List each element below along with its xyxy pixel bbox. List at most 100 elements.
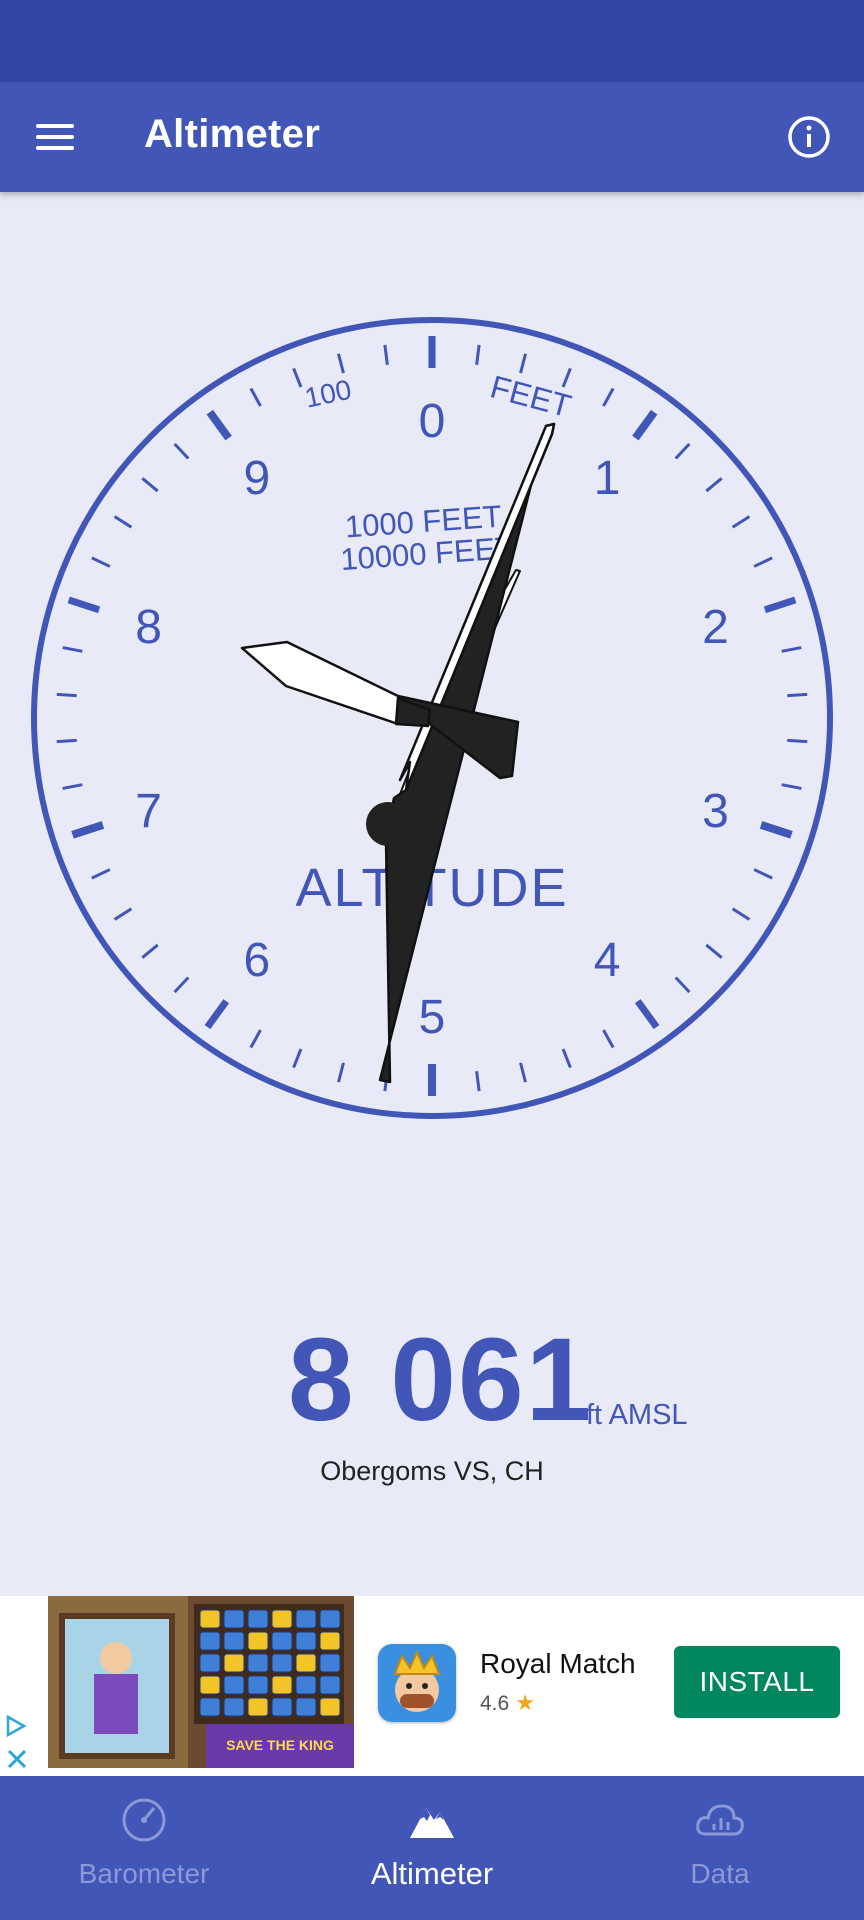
gauge-tick <box>173 976 190 994</box>
nav-label-barometer: Barometer <box>78 1858 210 1889</box>
ad-grid-tile <box>295 1609 317 1629</box>
gauge-number: 6 <box>243 934 270 987</box>
mountain-icon <box>410 1808 454 1838</box>
gauge-number: 7 <box>135 785 162 838</box>
gauge-tick <box>705 477 723 493</box>
gauge-tick <box>62 646 83 653</box>
gauge-tick <box>753 556 773 568</box>
nav-label-data: Data <box>690 1858 750 1889</box>
ad-creative-text: SAVE THE KING <box>226 1737 334 1753</box>
ad-grid-tile <box>271 1609 293 1629</box>
gauge-tick <box>753 868 773 880</box>
ad-grid-tile <box>199 1697 221 1717</box>
altitude-readout: 8 061 ft AMSL <box>0 1320 864 1440</box>
gauge-tick <box>519 1062 527 1083</box>
gauge-tick <box>204 999 230 1030</box>
gauge-number: 4 <box>594 934 621 987</box>
nav-label-altimeter: Altimeter <box>370 1856 494 1891</box>
ad-grid-tile <box>295 1653 317 1673</box>
gauge-tick <box>337 353 345 374</box>
ad-close-icon[interactable] <box>4 1746 30 1772</box>
gauge-tick <box>62 783 83 790</box>
gauge-tick <box>71 821 105 839</box>
ad-grid-tile <box>295 1675 317 1695</box>
gauge-tick <box>731 515 751 529</box>
ad-creative-image[interactable]: SAVE THE KING <box>48 1596 354 1768</box>
gauge-tick <box>91 868 111 880</box>
ad-grid-tile <box>271 1653 293 1673</box>
altitude-value: 8 061 <box>288 1314 594 1446</box>
gauge-pivot <box>366 802 410 846</box>
page-title: Altimeter <box>144 112 321 156</box>
gauge-tick <box>632 409 658 441</box>
ad-grid-tile <box>295 1697 317 1717</box>
gauge-tick <box>674 976 691 994</box>
label-feet-top: FEET <box>487 368 575 424</box>
ad-grid-tile <box>271 1631 293 1651</box>
gauge-tick <box>141 943 159 959</box>
ad-grid-tile <box>319 1697 341 1717</box>
gauge-tick <box>292 367 303 388</box>
ad-grid-tile <box>223 1631 245 1651</box>
ad-app-icon[interactable] <box>378 1644 456 1722</box>
ad-choices-icon[interactable] <box>4 1714 28 1738</box>
gauge-tick <box>337 1062 345 1083</box>
gauge-number: 2 <box>702 601 729 654</box>
gauge-tick <box>634 999 660 1030</box>
altitude-unit: ft AMSL <box>586 1399 688 1431</box>
info-icon <box>788 116 830 158</box>
location-label: Obergoms VS, CH <box>320 1456 544 1486</box>
gauge-tick <box>292 1048 303 1069</box>
ad-grid-tile <box>199 1609 221 1629</box>
nav-item-altimeter[interactable]: Altimeter <box>288 1776 576 1920</box>
gauge-tick <box>781 646 802 653</box>
gauge-tick <box>383 344 389 365</box>
star-icon: ★ <box>515 1690 535 1715</box>
gauge-tick <box>519 353 527 374</box>
install-button[interactable]: INSTALL <box>674 1646 840 1718</box>
gauge-tick <box>787 692 808 698</box>
ad-grid-tile <box>319 1631 341 1651</box>
ad-grid-tile <box>247 1653 269 1673</box>
ad-grid-tile <box>319 1675 341 1695</box>
gauge-tick <box>249 387 262 407</box>
gauge-number: 5 <box>419 991 446 1044</box>
bottom-navigation: Barometer Altimeter Data <box>0 1776 864 1920</box>
gauge-number: 0 <box>419 395 446 448</box>
gauge-tick <box>56 692 77 698</box>
ad-grid-tile <box>247 1609 269 1629</box>
gauge-tick <box>787 738 808 744</box>
info-button[interactable] <box>772 100 846 174</box>
gauge-tick <box>759 821 793 839</box>
label-100: 100 <box>302 374 354 414</box>
gauge-tick <box>731 907 751 921</box>
gauge-tick <box>705 943 723 959</box>
ad-grid-tile <box>319 1653 341 1673</box>
gauge-tick <box>602 1029 615 1049</box>
ad-rating-value: 4.6 <box>480 1692 510 1715</box>
gauge-number: 1 <box>594 452 621 505</box>
menu-icon <box>36 124 74 128</box>
cloud-chart-icon <box>696 1804 744 1836</box>
ad-rating: 4.6 ★ <box>480 1690 535 1716</box>
app-bar: Altimeter <box>0 82 864 192</box>
gauge-tick <box>173 442 190 460</box>
gauge-tick <box>763 596 797 614</box>
gauge-number: 3 <box>702 785 729 838</box>
ad-grid-tile <box>223 1653 245 1673</box>
gauge-icon <box>122 1798 166 1842</box>
ad-app-name[interactable]: Royal Match <box>480 1648 636 1680</box>
gauge-tick <box>674 442 691 460</box>
gauge-tick <box>781 783 802 790</box>
nav-item-barometer[interactable]: Barometer <box>0 1776 288 1920</box>
ad-grid-tile <box>247 1675 269 1695</box>
ad-grid-tile <box>199 1653 221 1673</box>
nav-item-data[interactable]: Data <box>576 1776 864 1920</box>
gauge-tick <box>249 1029 262 1049</box>
ad-grid-tile <box>295 1631 317 1651</box>
ad-banner[interactable]: SAVE THE KING Royal Match 4.6 ★ INSTALL <box>0 1596 864 1776</box>
ad-grid-tile <box>199 1675 221 1695</box>
gauge-tick <box>475 1071 481 1092</box>
gauge-number: 8 <box>135 601 162 654</box>
menu-button[interactable] <box>20 102 90 172</box>
